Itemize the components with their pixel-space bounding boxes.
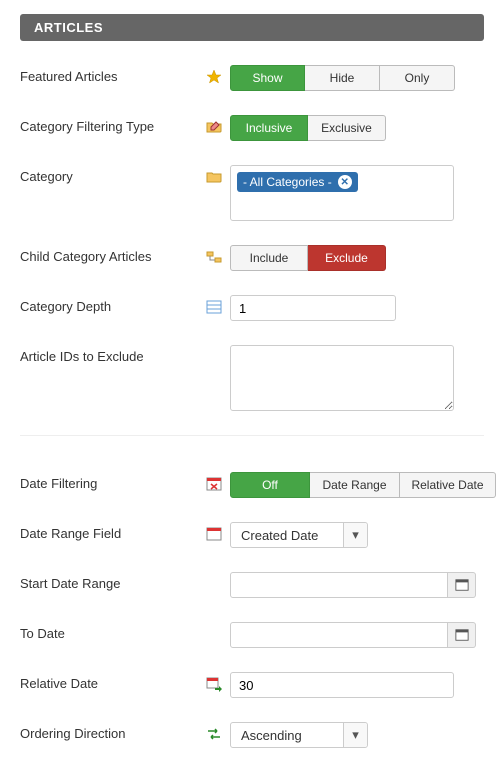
ordering-direction-value: Ascending [231,723,343,747]
row-category-filtering-type: Category Filtering Type Inclusive Exclus… [20,115,484,141]
date-filtering-toggle: Off Date Range Relative Date [230,472,496,498]
label-category: Category [20,165,206,184]
row-to-date: To Date [20,622,484,648]
relative-date-button[interactable]: Relative Date [400,472,496,498]
row-exclude-ids: Article IDs to Exclude [20,345,484,411]
date-range-field-value: Created Date [231,523,343,547]
row-ordering-direction: Ordering Direction Ascending ▾ [20,722,484,748]
row-category: Category - All Categories - ✕ [20,165,484,221]
category-depth-input[interactable] [230,295,396,321]
label-featured: Featured Articles [20,65,206,84]
date-off-button[interactable]: Off [230,472,310,498]
blank-icon [206,349,222,365]
cat-filter-toggle: Inclusive Exclusive [230,115,386,141]
category-tag: - All Categories - ✕ [237,172,358,192]
row-child-category: Child Category Articles Include Exclude [20,245,484,271]
include-button[interactable]: Include [230,245,308,271]
date-range-field-select[interactable]: Created Date ▾ [230,522,368,548]
date-range-button[interactable]: Date Range [310,472,400,498]
ordering-direction-select[interactable]: Ascending ▾ [230,722,368,748]
folder-icon [206,169,222,185]
chevron-down-icon: ▾ [343,723,367,747]
remove-tag-icon[interactable]: ✕ [338,175,352,189]
exclude-button[interactable]: Exclude [308,245,386,271]
chevron-down-icon: ▾ [343,523,367,547]
row-date-range-field: Date Range Field Created Date ▾ [20,522,484,548]
blank-icon [206,576,222,592]
exclusive-button[interactable]: Exclusive [308,115,386,141]
category-tag-label: - All Categories - [243,175,332,189]
label-relative-date: Relative Date [20,672,206,691]
label-cat-depth: Category Depth [20,295,206,314]
calendar-arrow-icon [206,676,222,692]
featured-show-button[interactable]: Show [230,65,305,91]
category-select[interactable]: - All Categories - ✕ [230,165,454,221]
row-featured-articles: Featured Articles Show Hide Only [20,65,484,91]
start-date-picker-button[interactable] [448,572,476,598]
label-start-date: Start Date Range [20,572,206,591]
sort-arrows-icon [206,726,222,742]
label-cat-filter-type: Category Filtering Type [20,115,206,134]
to-date-picker-button[interactable] [448,622,476,648]
row-date-filtering: Date Filtering Off Date Range Relative D… [20,472,484,498]
blank-icon [206,626,222,642]
folder-pencil-icon [206,119,222,135]
featured-toggle: Show Hide Only [230,65,455,91]
start-date-input[interactable] [230,572,448,598]
label-date-range-field: Date Range Field [20,522,206,541]
relative-date-input[interactable] [230,672,454,698]
row-relative-date: Relative Date [20,672,484,698]
to-date-input[interactable] [230,622,448,648]
label-exclude-ids: Article IDs to Exclude [20,345,206,364]
label-child-cat: Child Category Articles [20,245,206,264]
panel-header-articles: ARTICLES [20,14,484,41]
featured-hide-button[interactable]: Hide [305,65,380,91]
calendar-icon [206,526,222,542]
inclusive-button[interactable]: Inclusive [230,115,308,141]
calendar-x-icon [206,476,222,492]
label-date-filtering: Date Filtering [20,472,206,491]
row-start-date: Start Date Range [20,572,484,598]
exclude-ids-textarea[interactable] [230,345,454,411]
label-to-date: To Date [20,622,206,641]
featured-only-button[interactable]: Only [380,65,455,91]
list-icon [206,299,222,315]
folder-tree-icon [206,249,222,265]
star-icon [206,69,222,85]
row-category-depth: Category Depth [20,295,484,321]
label-ordering-direction: Ordering Direction [20,722,206,741]
child-cat-toggle: Include Exclude [230,245,386,271]
section-divider [20,435,484,436]
